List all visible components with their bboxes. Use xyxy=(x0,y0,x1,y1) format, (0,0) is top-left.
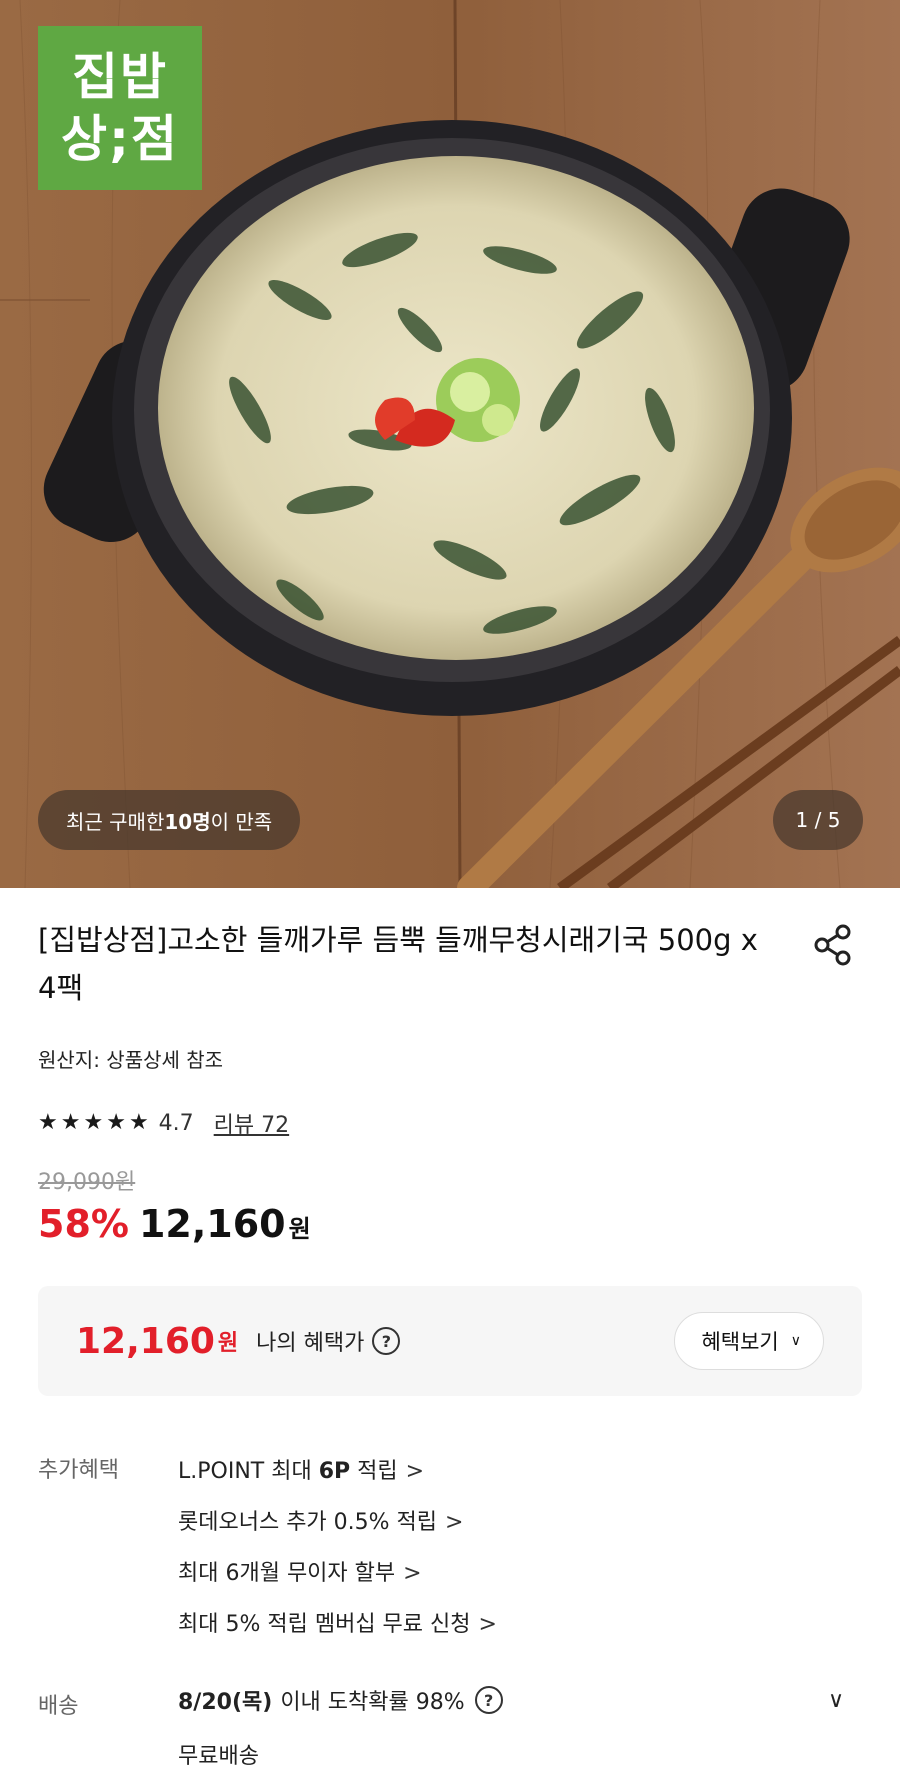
buyers-count: 10명 xyxy=(164,809,211,834)
product-image-carousel[interactable]: 집밥 상;점 최근 구매한 10명 이 만족 1 / 5 xyxy=(0,0,900,888)
origin-info: 원산지: 상품상세 참조 xyxy=(38,1048,224,1072)
benefit-price-currency: 원 xyxy=(217,1331,239,1356)
review-count-link[interactable]: 리뷰 72 xyxy=(214,1107,289,1139)
shipping-label: 배송 xyxy=(38,1694,79,1719)
image-page-indicator: 1 / 5 xyxy=(773,790,863,850)
benefit-item-lpoint[interactable]: L.POINT 최대 6P 적립 > xyxy=(178,1446,497,1497)
benefit-item-text: 최대 6개월 무이자 할부 xyxy=(178,1561,396,1586)
benefit-price-box: 12,160 원 나의 혜택가 ? 혜택보기 ∨ xyxy=(38,1286,862,1396)
original-price: 29,090원 xyxy=(38,1170,136,1195)
recent-buyers-badge: 최근 구매한 10명 이 만족 xyxy=(38,790,301,850)
shipping-date: 8/20(목) xyxy=(178,1690,273,1715)
shipping-info: 8/20(목) 이내 도착확률 98% ? xyxy=(178,1684,503,1716)
product-title: [집밥상점]고소한 들깨가루 듬뿍 들깨무청시래기국 500g x 4팩 xyxy=(38,923,758,1005)
extra-benefits-list: L.POINT 최대 6P 적립 > 롯데오너스 추가 0.5% 적립 > 최대 6… xyxy=(178,1446,497,1650)
benefit-item-text: L.POINT 최대 xyxy=(178,1459,319,1484)
rating-stars: ★ ★ ★ ★ ★ xyxy=(38,1112,149,1134)
view-benefits-button[interactable]: 혜택보기 ∨ xyxy=(674,1312,824,1370)
benefit-item-bold: 6P xyxy=(318,1459,351,1484)
rating-row: ★ ★ ★ ★ ★ 4.7 리뷰 72 xyxy=(38,1106,289,1140)
star-half-icon: ★ xyxy=(128,1110,149,1135)
benefit-item-lotte-owners[interactable]: 롯데오너스 추가 0.5% 적립 > xyxy=(178,1497,497,1548)
benefit-item-text: 롯데오너스 추가 0.5% 적립 xyxy=(178,1510,438,1535)
star-icon: ★ xyxy=(38,1110,58,1135)
logo-line-2: 상;점 xyxy=(61,110,179,168)
benefit-price: 12,160 xyxy=(76,1320,215,1362)
star-icon: ★ xyxy=(106,1110,126,1135)
benefit-item-text: 최대 5% 적립 멤버십 무료 신청 xyxy=(178,1612,471,1637)
discount-percent: 58% xyxy=(38,1202,129,1246)
view-benefits-label: 혜택보기 xyxy=(701,1330,779,1354)
help-icon[interactable]: ? xyxy=(474,1686,503,1714)
benefit-item-text: 적립 xyxy=(350,1459,398,1484)
share-icon xyxy=(814,924,851,966)
chevron-right-icon: > xyxy=(403,1561,422,1586)
extra-benefits-label: 추가혜택 xyxy=(38,1458,119,1483)
logo-line-1: 집밥 xyxy=(72,48,168,106)
help-icon[interactable]: ? xyxy=(372,1327,401,1355)
benefit-price-label: 나의 혜택가 xyxy=(256,1331,365,1356)
buyers-prefix: 최근 구매한 xyxy=(66,809,165,834)
benefit-item-membership[interactable]: 최대 5% 적립 멤버십 무료 신청 > xyxy=(178,1599,497,1650)
brand-logo: 집밥 상;점 xyxy=(38,26,202,190)
chevron-right-icon: > xyxy=(445,1510,464,1535)
chevron-right-icon: > xyxy=(405,1459,425,1484)
rating-score: 4.7 xyxy=(158,1110,194,1136)
chevron-right-icon: > xyxy=(478,1612,497,1637)
sale-price: 12,160 xyxy=(138,1202,286,1246)
star-icon: ★ xyxy=(83,1110,104,1135)
sale-price-currency: 원 xyxy=(288,1215,311,1243)
star-icon: ★ xyxy=(60,1110,81,1135)
sale-price-row: 58% 12,160 원 xyxy=(38,1202,311,1246)
shipping-expand-chevron-icon[interactable]: ∨ xyxy=(828,1688,844,1713)
free-shipping-label: 무료배송 xyxy=(178,1744,259,1769)
shipping-desc: 이내 도착확률 98% xyxy=(280,1690,465,1715)
chevron-down-icon: ∨ xyxy=(790,1333,801,1349)
share-button[interactable] xyxy=(810,922,856,968)
buyers-suffix: 이 만족 xyxy=(210,809,273,834)
benefit-item-installment[interactable]: 최대 6개월 무이자 할부 > xyxy=(178,1548,497,1599)
